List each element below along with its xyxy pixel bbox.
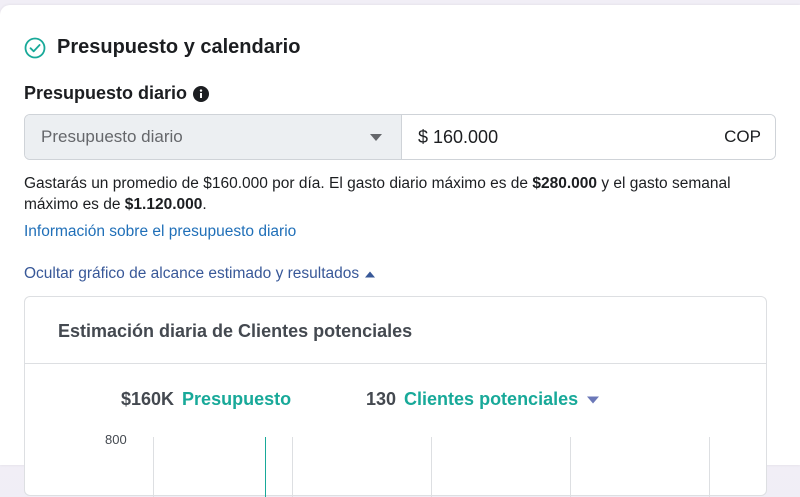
grid-line (292, 437, 293, 497)
results-metric-select[interactable]: Clientes potenciales (404, 389, 578, 410)
hide-chart-label: Ocultar gráfico de alcance estimado y re… (24, 265, 360, 282)
budget-controls: Presupuesto diario $ 160.000 COP (24, 114, 776, 160)
max-weekly-spend: $1.120.000 (124, 196, 203, 213)
grid-line (709, 437, 710, 497)
budget-stat: $160K Presupuesto (121, 389, 291, 410)
max-daily-spend: $280.000 (532, 175, 598, 192)
summary-text-3: . (202, 196, 207, 213)
estimate-chart-panel: Estimación diaria de Clientes potenciale… (24, 296, 767, 497)
budget-label: Presupuesto diario (24, 83, 188, 103)
caret-down-icon[interactable] (587, 396, 600, 404)
budget-summary: Gastarás un promedio de $160.000 por día… (24, 173, 754, 215)
daily-budget-info-link[interactable]: Información sobre el presupuesto diario (24, 223, 296, 241)
grid-line (153, 437, 154, 497)
section-header: Presupuesto y calendario (24, 36, 300, 59)
budget-type-value: Presupuesto diario (41, 127, 183, 146)
summary-text-1: Gastarás un promedio de $160.000 por día… (24, 175, 533, 192)
budget-marker-line (265, 437, 266, 497)
check-circle-icon (24, 37, 46, 58)
budget-amount-field[interactable]: $ 160.000 COP (402, 115, 775, 159)
budget-schedule-card: Presupuesto y calendario Presupuesto dia… (0, 5, 800, 497)
y-axis-tick: 800 (105, 432, 127, 447)
grid-line (431, 437, 432, 497)
results-stat: 130 Clientes potenciales (366, 389, 600, 410)
section-title: Presupuesto y calendario (57, 36, 301, 58)
budget-type-select[interactable]: Presupuesto diario (25, 115, 402, 159)
chart-divider (25, 363, 766, 364)
budget-stat-value: $160K (121, 389, 175, 409)
info-icon[interactable] (193, 85, 210, 102)
grid-line (570, 437, 571, 497)
results-stat-value: 130 (366, 389, 397, 409)
budget-amount-input[interactable]: $ 160.000 (418, 127, 498, 148)
chart-title: Estimación diaria de Clientes potenciale… (58, 321, 413, 341)
budget-label-row: Presupuesto diario (24, 83, 210, 104)
hide-chart-toggle[interactable]: Ocultar gráfico de alcance estimado y re… (24, 265, 376, 283)
currency-label: COP (724, 127, 761, 146)
caret-down-icon (370, 134, 382, 141)
budget-stat-label: Presupuesto (182, 389, 292, 409)
caret-up-icon (365, 271, 376, 277)
